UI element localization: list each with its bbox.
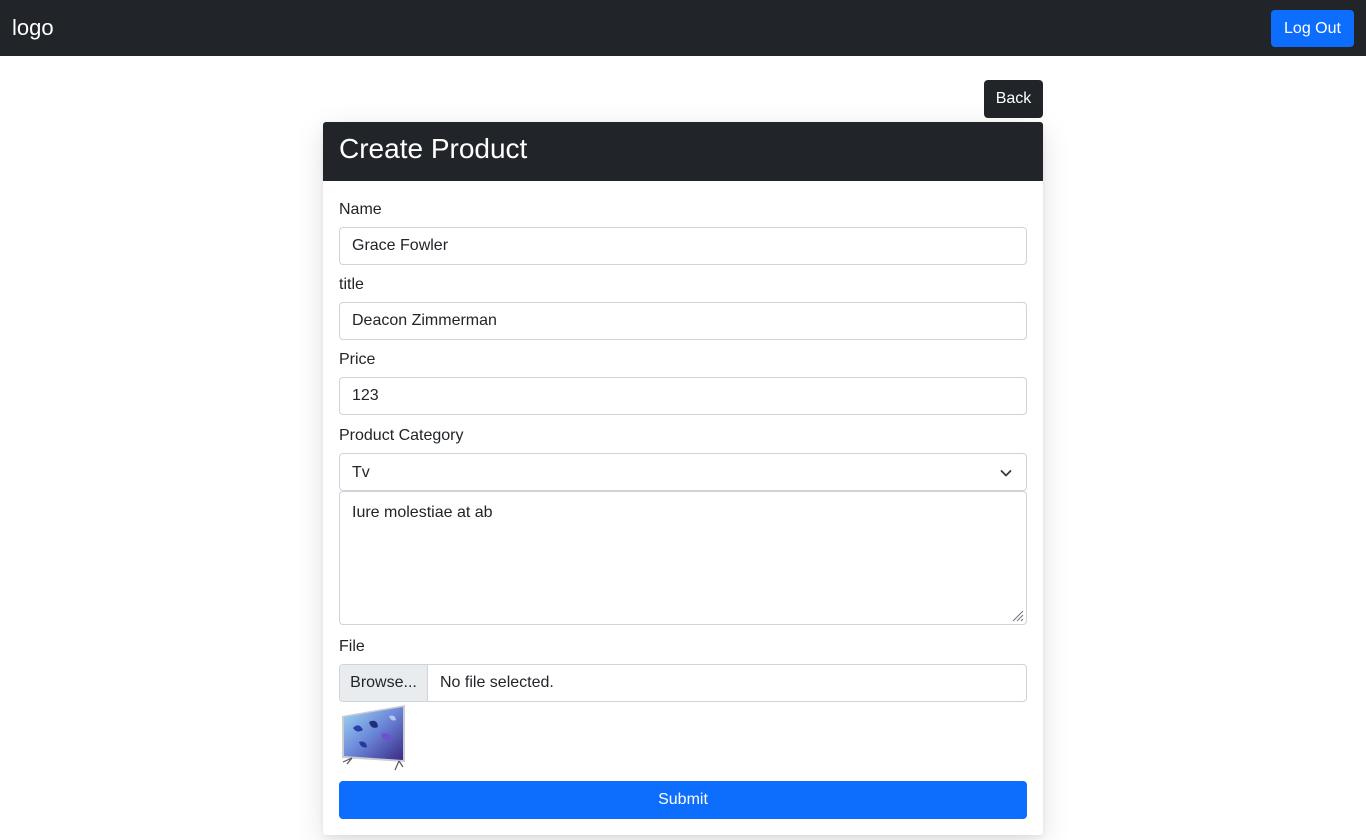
file-status: No file selected. xyxy=(440,674,554,691)
logo[interactable]: logo xyxy=(12,15,54,41)
browse-button[interactable]: Browse... xyxy=(340,665,428,701)
resize-handle-icon[interactable] xyxy=(1010,608,1024,622)
product-form: Name Grace Fowler title Deacon Zimmerman… xyxy=(323,181,1043,819)
title-input[interactable]: Deacon Zimmerman xyxy=(339,302,1027,340)
price-input[interactable]: 123 xyxy=(339,377,1027,415)
back-button[interactable]: Back xyxy=(984,80,1043,118)
name-input[interactable]: Grace Fowler xyxy=(339,227,1027,265)
file-group: File Browse... No file selected. xyxy=(339,638,1027,702)
price-label: Price xyxy=(339,351,376,368)
card-title: Create Product xyxy=(323,122,1043,181)
create-product-card: Create Product Name Grace Fowler title D… xyxy=(323,122,1043,835)
category-label: Product Category xyxy=(339,427,464,444)
submit-button[interactable]: Submit xyxy=(339,781,1027,819)
title-group: title Deacon Zimmerman xyxy=(339,276,1027,340)
file-label: File xyxy=(339,638,365,655)
chevron-down-icon xyxy=(1000,470,1012,477)
top-navbar: logo Log Out xyxy=(0,0,1366,56)
category-select[interactable]: Tv xyxy=(339,453,1027,491)
name-group: Name Grace Fowler xyxy=(339,201,1027,265)
price-group: Price 123 xyxy=(339,351,1027,415)
logout-button[interactable]: Log Out xyxy=(1271,9,1354,47)
description-textarea[interactable]: Iure molestiae at ab xyxy=(339,491,1027,625)
category-selected-value: Tv xyxy=(352,464,370,481)
file-input[interactable]: Browse... No file selected. xyxy=(339,664,1027,702)
product-preview-image xyxy=(342,705,405,771)
category-group: Product Category Tv xyxy=(339,427,1027,491)
description-text: Iure molestiae at ab xyxy=(352,504,493,521)
title-label: title xyxy=(339,276,364,293)
name-label: Name xyxy=(339,201,382,218)
